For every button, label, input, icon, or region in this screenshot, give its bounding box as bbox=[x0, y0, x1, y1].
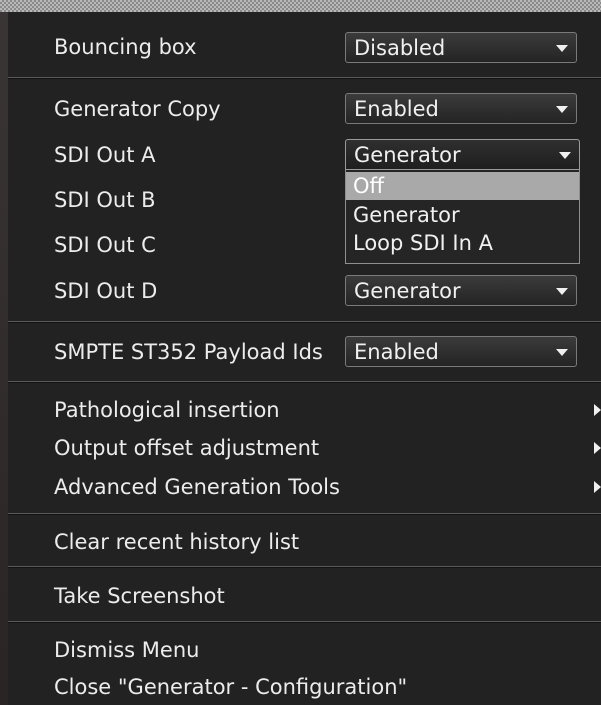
separator bbox=[8, 321, 601, 322]
close-configuration-item[interactable]: Close "Generator - Configuration" bbox=[54, 674, 407, 700]
sdi-out-c-label: SDI Out C bbox=[54, 233, 156, 257]
output-offset-adjustment-item[interactable]: Output offset adjustment bbox=[54, 435, 601, 461]
generator-copy-value: Enabled bbox=[354, 97, 439, 121]
chevron-right-icon bbox=[594, 481, 601, 493]
option-off[interactable]: Off bbox=[346, 172, 579, 200]
clear-recent-history-item[interactable]: Clear recent history list bbox=[54, 529, 299, 555]
option-generator[interactable]: Generator bbox=[346, 201, 579, 229]
smpte-payload-select[interactable]: Enabled bbox=[345, 336, 577, 367]
take-screenshot-item[interactable]: Take Screenshot bbox=[54, 583, 225, 609]
sdi-out-a-label: SDI Out A bbox=[54, 143, 156, 167]
option-loop-sdi-in-a[interactable]: Loop SDI In A bbox=[346, 229, 579, 257]
chevron-right-icon bbox=[594, 442, 601, 454]
separator bbox=[8, 513, 601, 514]
sdi-out-d-label: SDI Out D bbox=[54, 279, 158, 303]
sdi-out-a-select[interactable]: Generator bbox=[345, 139, 580, 170]
chevron-down-icon bbox=[559, 152, 571, 159]
sdi-out-b-label: SDI Out B bbox=[54, 188, 156, 212]
smpte-payload-value: Enabled bbox=[354, 340, 439, 364]
sdi-out-a-value: Generator bbox=[354, 143, 461, 167]
sdi-out-d-select[interactable]: Generator bbox=[345, 275, 577, 306]
pathological-insertion-label: Pathological insertion bbox=[54, 398, 280, 422]
sdi-out-a-dropdown-list: Off Generator Loop SDI In A bbox=[345, 170, 580, 264]
separator bbox=[8, 77, 601, 78]
output-offset-adjustment-label: Output offset adjustment bbox=[54, 436, 320, 460]
pathological-insertion-item[interactable]: Pathological insertion bbox=[54, 397, 601, 423]
chevron-down-icon bbox=[556, 45, 568, 52]
window-left-border bbox=[0, 12, 8, 705]
generator-copy-label: Generator Copy bbox=[54, 97, 221, 121]
bouncing-box-label: Bouncing box bbox=[54, 35, 197, 59]
bouncing-box-value: Disabled bbox=[354, 36, 446, 60]
separator bbox=[8, 381, 601, 382]
chevron-down-icon bbox=[556, 288, 568, 295]
generator-configuration-menu: Bouncing box Disabled Generator Copy Ena… bbox=[8, 12, 601, 705]
separator bbox=[8, 621, 601, 622]
window-top-border bbox=[0, 0, 601, 12]
bouncing-box-select[interactable]: Disabled bbox=[345, 32, 577, 63]
chevron-right-icon bbox=[594, 404, 601, 416]
advanced-generation-tools-item[interactable]: Advanced Generation Tools bbox=[54, 474, 601, 500]
generator-copy-select[interactable]: Enabled bbox=[345, 93, 577, 124]
sdi-out-d-value: Generator bbox=[354, 279, 461, 303]
smpte-payload-label: SMPTE ST352 Payload Ids bbox=[54, 340, 323, 364]
dismiss-menu-item[interactable]: Dismiss Menu bbox=[54, 637, 199, 663]
advanced-generation-tools-label: Advanced Generation Tools bbox=[54, 475, 340, 499]
separator bbox=[8, 566, 601, 567]
chevron-down-icon bbox=[556, 106, 568, 113]
chevron-down-icon bbox=[556, 349, 568, 356]
